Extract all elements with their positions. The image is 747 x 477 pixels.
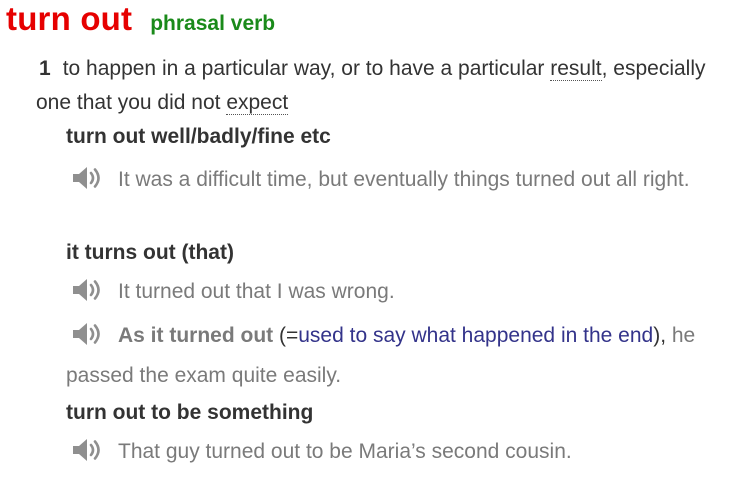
example-text: It turned out that I was wrong. [118,280,395,303]
pattern-group-1: turn out well/badly/fine etc It was a di… [66,122,736,200]
pattern-label: turn out to be something [66,401,314,424]
pattern-label: turn out well/badly/fine etc [66,125,331,148]
speaker-icon[interactable] [71,165,105,191]
speaker-icon[interactable] [71,277,105,303]
sense-definition: 1 to happen in a particular way, or to ha… [36,52,736,120]
gloss-paren-close: ), [653,324,667,347]
link-result[interactable]: result [550,57,602,81]
gloss-paren-open: (= [273,324,299,347]
entry-header: turn out phrasal verb [6,0,275,38]
link-expect[interactable]: expect [226,91,289,115]
definition-text-1: to happen in a particular way, or to hav… [62,57,551,80]
example-sentence-with-gloss: As it turned out (=used to say what happ… [66,316,736,396]
example-sentence: It was a difficult time, but eventually … [66,160,736,200]
example-text: That guy turned out to be Maria’s second… [118,440,572,463]
pattern-group-2: it turns out (that) It turned out that I… [66,238,736,396]
speaker-icon[interactable] [71,321,105,347]
example-text: It was a difficult time, but eventually … [118,168,690,191]
headword: turn out [6,0,133,37]
collocation: As it turned out [118,324,274,347]
speaker-icon[interactable] [71,437,105,463]
gloss-text: used to say what happened in the end [298,324,654,347]
part-of-speech: phrasal verb [150,12,276,35]
pattern-group-3: turn out to be something That guy turned… [66,398,736,472]
pattern-label: it turns out (that) [66,241,234,264]
sense-number: 1 [39,57,51,80]
example-sentence: That guy turned out to be Maria’s second… [66,432,736,472]
example-sentence: It turned out that I was wrong. [66,272,736,312]
